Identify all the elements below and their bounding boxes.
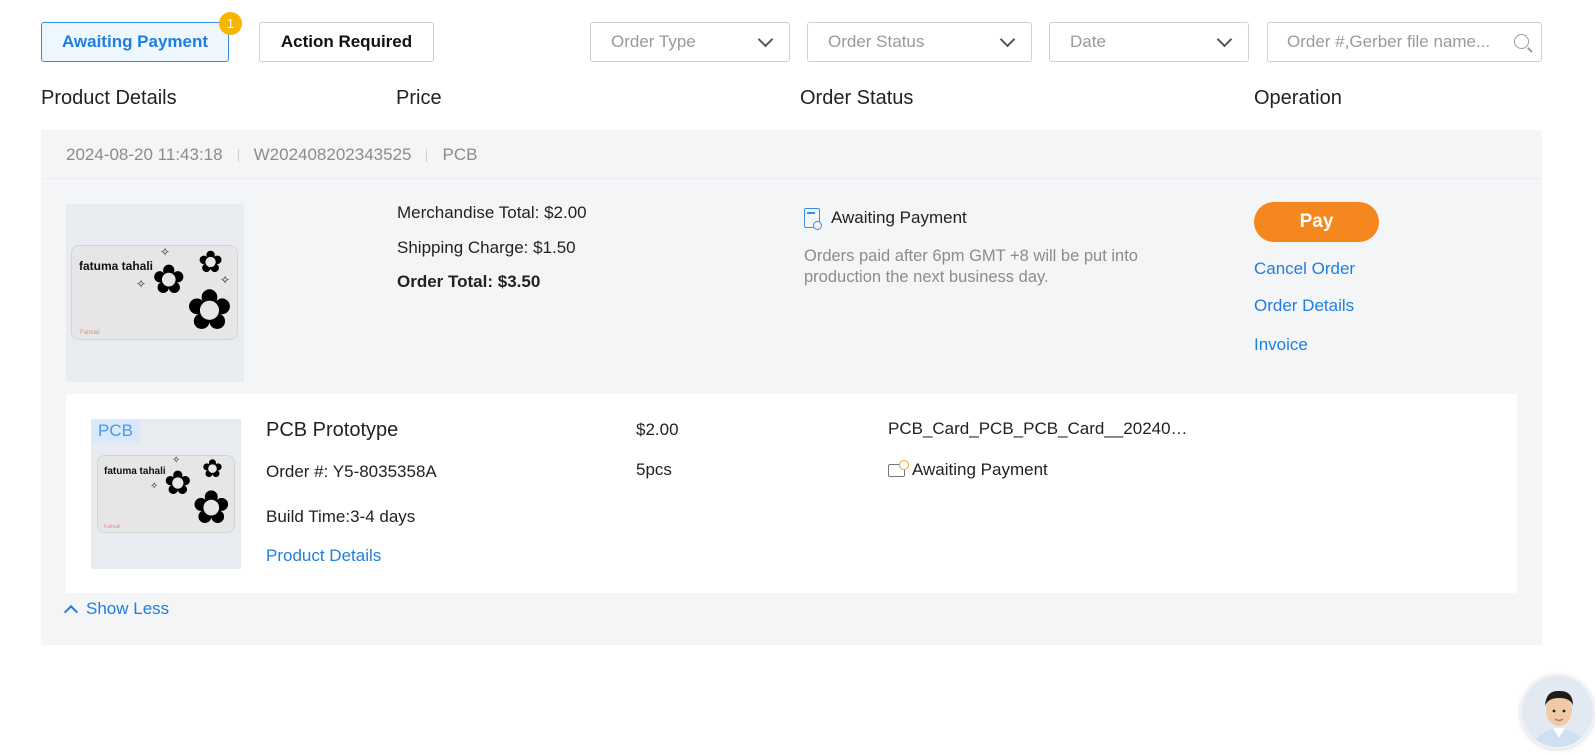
sparkle-icon: ✧: [172, 455, 181, 466]
date-select[interactable]: Date: [1049, 22, 1249, 62]
item-thumbnail[interactable]: fatuma tahali ✿ ✿ ✿ ✧ ✧ Fatmail PCB: [91, 419, 241, 569]
item-build-time: Build Time:3-4 days: [266, 507, 416, 526]
order-details-link[interactable]: Order Details: [1254, 296, 1354, 316]
divider: [426, 148, 428, 162]
chevron-up-icon: [63, 604, 79, 619]
item-order-number: Order #: Y5-8035358A: [266, 462, 437, 481]
flower-icon: ✿: [152, 258, 186, 302]
order-type-select[interactable]: Order Type: [590, 22, 790, 62]
date-placeholder: Date: [1070, 32, 1106, 51]
item-status-label: Awaiting Payment: [912, 460, 1048, 479]
item-quantity: 5pcs: [636, 460, 672, 479]
chevron-down-icon: [757, 31, 774, 47]
column-header-status: Order Status: [800, 87, 914, 109]
status-note: Orders paid after 6pm GMT +8 will be put…: [804, 247, 1138, 286]
order-status-placeholder: Order Status: [828, 32, 925, 51]
sparkle-icon: ✧: [220, 273, 231, 287]
pcb-tag: PCB: [91, 419, 140, 443]
pcb-artwork: fatuma tahali ✿ ✿ ✿ ✧ ✧ Fatmail: [97, 455, 235, 533]
thumbnail-brand: fatuma tahali: [104, 466, 166, 477]
tab-awaiting-payment[interactable]: Awaiting Payment 1: [41, 12, 242, 62]
column-header-product: Product Details: [41, 87, 177, 109]
order-total: Order Total: $3.50: [397, 272, 541, 291]
order-category: PCB: [442, 145, 478, 164]
product-thumbnail[interactable]: fatuma tahali ✿ ✿ ✿ ✧ ✧ ✧ Fatmail: [66, 204, 244, 382]
item-status: Awaiting Payment: [888, 459, 1048, 480]
flower-icon: ✿: [192, 481, 231, 533]
search-input[interactable]: [1268, 32, 1500, 52]
search-icon[interactable]: [1514, 34, 1529, 49]
search-box: [1267, 22, 1542, 62]
item-title: PCB Prototype: [266, 419, 399, 441]
pcb-artwork: fatuma tahali ✿ ✿ ✿ ✧ ✧ ✧ Fatmail: [71, 245, 238, 340]
order-number: W202408202343525: [253, 145, 412, 164]
tab-action-required-label: Action Required: [280, 32, 413, 51]
order-status: Awaiting Payment: [804, 208, 967, 230]
thumbnail-brand: fatuma tahali: [79, 259, 154, 273]
show-less-label: Show Less: [86, 599, 170, 618]
column-header-price: Price: [396, 87, 442, 109]
order-meta: 2024-08-20 11:43:18 W202408202343525 PCB: [66, 145, 477, 165]
item-file-name: PCB_Card_PCB_PCB_Card__20240…: [888, 419, 1188, 438]
flower-icon: ✿: [202, 455, 223, 483]
sparkle-icon: ✧: [136, 277, 147, 291]
thumbnail-footer: Fatmail: [104, 524, 121, 530]
sparkle-icon: ✧: [150, 481, 159, 492]
order-datetime: 2024-08-20 11:43:18: [66, 145, 223, 164]
column-header-operation: Operation: [1254, 87, 1342, 109]
shipping-charge: Shipping Charge: $1.50: [397, 238, 576, 257]
divider: [237, 148, 239, 162]
avatar-person-icon: [1522, 676, 1593, 747]
pay-button[interactable]: Pay: [1254, 202, 1379, 242]
flower-icon: ✿: [164, 464, 192, 501]
chevron-down-icon: [1216, 31, 1233, 47]
product-details-link[interactable]: Product Details: [266, 546, 381, 566]
tab-awaiting-payment-label: Awaiting Payment: [61, 32, 209, 51]
order-type-placeholder: Order Type: [611, 32, 696, 51]
merchandise-total: Merchandise Total: $2.00: [397, 203, 587, 222]
order-item: fatuma tahali ✿ ✿ ✿ ✧ ✧ Fatmail PCB PCB …: [66, 394, 1517, 593]
support-avatar[interactable]: [1520, 674, 1595, 749]
cancel-order-link[interactable]: Cancel Order: [1254, 259, 1355, 279]
wallet-clock-icon: [888, 459, 909, 477]
document-search-icon: [804, 208, 822, 230]
order-status-label: Awaiting Payment: [831, 208, 967, 227]
tab-action-required[interactable]: Action Required: [259, 22, 434, 62]
invoice-link[interactable]: Invoice: [1254, 335, 1308, 355]
order-card: 2024-08-20 11:43:18 W202408202343525 PCB…: [41, 130, 1542, 645]
item-price: $2.00: [636, 420, 679, 439]
sparkle-icon: ✧: [160, 245, 171, 259]
chevron-down-icon: [999, 31, 1016, 47]
notification-badge: 1: [219, 12, 242, 35]
divider: [41, 178, 1542, 179]
flower-icon: ✿: [186, 278, 233, 340]
show-less-toggle[interactable]: Show Less: [63, 599, 170, 619]
thumbnail-footer: Fatmail: [80, 330, 100, 336]
order-status-select[interactable]: Order Status: [807, 22, 1032, 62]
